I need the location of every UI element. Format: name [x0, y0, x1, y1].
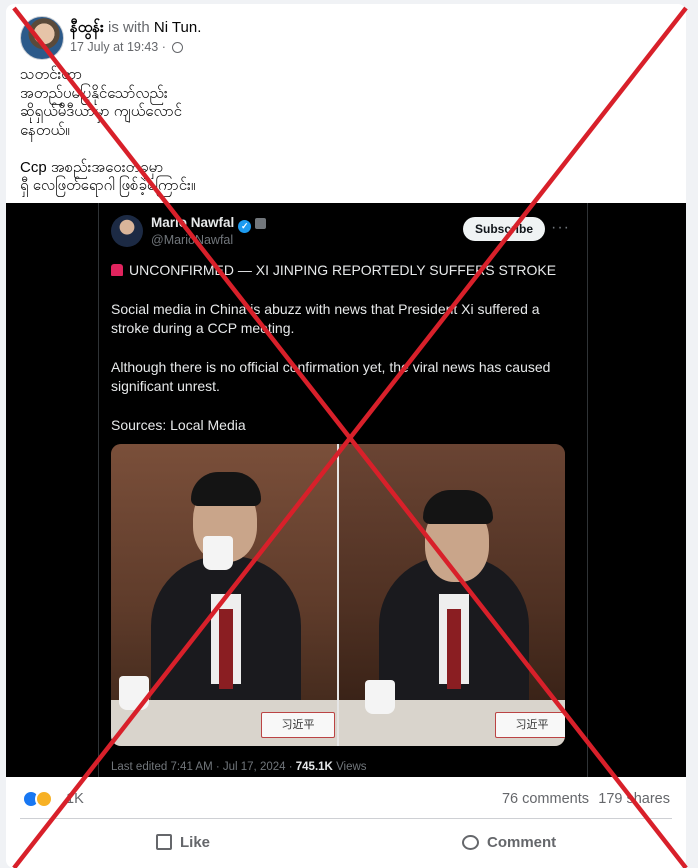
wow-reaction-icon: [35, 790, 53, 808]
tweet-paragraph-1: Social media in China is abuzz with news…: [111, 301, 540, 336]
comment-bubble-icon: [462, 834, 479, 850]
author-name[interactable]: နီထွန်း: [70, 19, 104, 36]
more-options-icon: ···: [551, 219, 570, 236]
siren-icon: [111, 264, 123, 276]
globe-icon: [172, 42, 184, 53]
photo-left-panel: 习近平: [111, 444, 337, 746]
tweet-edited: Last edited 7:41 AM · Jul 17, 2024 ·: [111, 761, 293, 773]
facebook-post-card: နီထွန်း is with Ni Tun. 17 July at 19:43…: [6, 4, 686, 868]
comments-count[interactable]: 76 comments: [502, 791, 589, 807]
shares-count[interactable]: 179 shares: [598, 791, 670, 807]
nameplate-left: 习近平: [261, 712, 335, 738]
tweet-sources: Sources: Local Media: [111, 417, 246, 433]
tweet-author-line: Mario Nawfal ✓: [151, 215, 267, 233]
comment-label: Comment: [487, 833, 557, 851]
tweet-screenshot: Mario Nawfal ✓ @MarioNawfal Subscribe ···…: [98, 203, 588, 777]
author-line: နီထွန်း is with Ni Tun.: [70, 18, 201, 40]
verified-badge-icon: ✓: [238, 220, 252, 233]
post-image[interactable]: Mario Nawfal ✓ @MarioNawfal Subscribe ···…: [6, 203, 686, 777]
tweet-footer: Last edited 7:41 AM · Jul 17, 2024 · 745…: [111, 761, 367, 773]
post-timestamp[interactable]: 17 July at 19:43 ·: [70, 40, 166, 54]
reactions-count[interactable]: 1K: [66, 791, 84, 807]
post-meta: 17 July at 19:43 ·: [70, 40, 184, 54]
tweet-author-name: Mario Nawfal: [151, 215, 235, 230]
affiliate-badge-icon: [255, 218, 267, 229]
post-text: သတင်းဟာ အတည်ပမပြုနိုင်သော်လည်း ဆိုရှယ်မီ…: [20, 66, 196, 194]
post-stats: 1K 76 comments 179 shares: [6, 780, 686, 816]
tagged-user[interactable]: Ni Tun.: [154, 19, 202, 36]
tweet-handle: @MarioNawfal: [151, 233, 234, 247]
like-button[interactable]: Like: [156, 824, 210, 860]
actions-divider: [20, 818, 672, 819]
author-avatar[interactable]: [20, 16, 64, 60]
comment-button[interactable]: Comment: [462, 824, 556, 860]
post-header: နီထွန်း is with Ni Tun. 17 July at 19:43…: [20, 16, 620, 60]
tweet-body: UNCONFIRMED — XI JINPING REPORTEDLY SUFF…: [111, 261, 571, 455]
thumbs-up-icon: [156, 834, 172, 850]
nameplate-right: 习近平: [495, 712, 565, 738]
like-label: Like: [180, 833, 211, 851]
photo-right-panel: 习近平: [339, 444, 565, 746]
tweet-avatar: [111, 215, 143, 247]
reactions-icons[interactable]: [22, 790, 60, 808]
tweet-headline-row: UNCONFIRMED — XI JINPING REPORTEDLY SUFF…: [111, 261, 571, 280]
tweet-views-label: Views: [336, 761, 367, 773]
tweet-headline: UNCONFIRMED — XI JINPING REPORTEDLY SUFF…: [129, 262, 557, 278]
with-prefix: is with: [108, 19, 150, 36]
subscribe-button: Subscribe: [463, 217, 545, 241]
tweet-photo: 习近平 习近平: [111, 444, 565, 746]
tweet-views-count: 745.1K: [295, 761, 333, 773]
tweet-paragraph-2: Although there is no official confirmati…: [111, 359, 551, 394]
